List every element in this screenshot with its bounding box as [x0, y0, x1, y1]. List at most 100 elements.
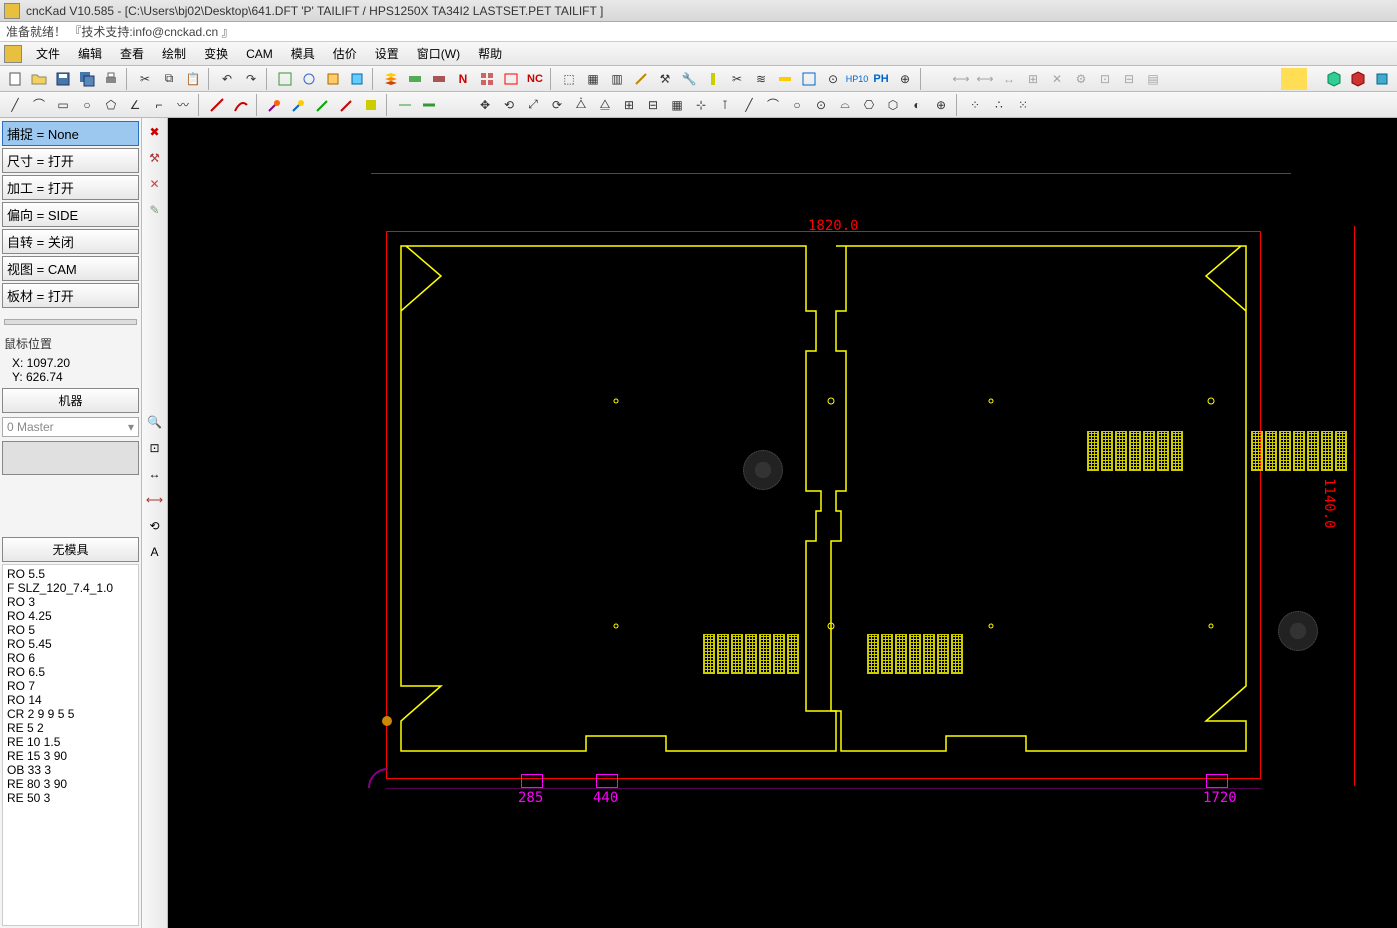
opt-sheet[interactable]: 板材 = 打开: [2, 283, 139, 308]
tool-p-icon[interactable]: ⊙: [822, 68, 844, 90]
layer-icon[interactable]: [380, 68, 402, 90]
pt-a-icon[interactable]: ⁘: [964, 94, 986, 116]
thick-line-icon[interactable]: [418, 94, 440, 116]
fill-icon[interactable]: [360, 94, 382, 116]
tool-k-icon[interactable]: [702, 68, 724, 90]
snap-g-icon[interactable]: ⬡: [882, 94, 904, 116]
list-item[interactable]: RO 7: [5, 679, 136, 693]
nc-icon[interactable]: NC: [524, 68, 546, 90]
undo-icon[interactable]: ↶: [216, 68, 238, 90]
chamfer-icon[interactable]: ⌐: [148, 94, 170, 116]
tool-c-icon[interactable]: [322, 68, 344, 90]
tool-f-icon[interactable]: ▦: [582, 68, 604, 90]
list-item[interactable]: RO 6.5: [5, 665, 136, 679]
line-icon[interactable]: ╱: [4, 94, 26, 116]
list-item[interactable]: RO 14: [5, 693, 136, 707]
tool-e-icon[interactable]: ⬚: [558, 68, 580, 90]
ph-icon[interactable]: PH: [870, 68, 892, 90]
vtool-wrench-icon[interactable]: ⚒: [145, 148, 165, 168]
list-item[interactable]: RO 5: [5, 623, 136, 637]
list-item[interactable]: RO 4.25: [5, 609, 136, 623]
tool-list[interactable]: RO 5.5 F SLZ_120_7.4_1.0 RO 3 RO 4.25 RO…: [2, 564, 139, 926]
tool-j-icon[interactable]: 🔧: [678, 68, 700, 90]
grid-a-icon[interactable]: [476, 68, 498, 90]
menu-mold[interactable]: 模具: [283, 43, 323, 64]
mirror-h-icon[interactable]: ⧊: [570, 94, 592, 116]
list-item[interactable]: CR 2 9 9 5 5: [5, 707, 136, 721]
snap-i-icon[interactable]: ⊕: [930, 94, 952, 116]
poly-icon[interactable]: ⬠: [100, 94, 122, 116]
menu-view[interactable]: 查看: [112, 43, 152, 64]
pt-c-icon[interactable]: ⁙: [1012, 94, 1034, 116]
dim-d-icon[interactable]: ⊞: [1022, 68, 1044, 90]
slider[interactable]: [4, 319, 137, 325]
tool-o-icon[interactable]: [798, 68, 820, 90]
cam-b-icon[interactable]: [428, 68, 450, 90]
opt-dim[interactable]: 尺寸 = 打开: [2, 148, 139, 173]
brush-d-icon[interactable]: [336, 94, 358, 116]
list-item[interactable]: RE 10 1.5: [5, 735, 136, 749]
vtool-dim-icon[interactable]: ⟷: [145, 490, 165, 510]
vtool-zoomwin-icon[interactable]: 🔍: [145, 412, 165, 432]
paste-icon[interactable]: 📋: [182, 68, 204, 90]
tool-r-icon[interactable]: ⊕: [894, 68, 916, 90]
n-icon[interactable]: N: [452, 68, 474, 90]
brush-a-icon[interactable]: [264, 94, 286, 116]
list-item[interactable]: OB 33 3: [5, 763, 136, 777]
snap-arc-icon[interactable]: ⌒: [762, 94, 784, 116]
angle-icon[interactable]: ∠: [124, 94, 146, 116]
cam-a-icon[interactable]: [404, 68, 426, 90]
menu-help[interactable]: 帮助: [470, 43, 510, 64]
list-item[interactable]: RO 5.45: [5, 637, 136, 651]
menu-draw[interactable]: 绘制: [154, 43, 194, 64]
print-icon[interactable]: [100, 68, 122, 90]
thin-line-icon[interactable]: [394, 94, 416, 116]
tool-q-icon[interactable]: HP10: [846, 68, 868, 90]
dim-h-icon[interactable]: ⊟: [1118, 68, 1140, 90]
pt-b-icon[interactable]: ∴: [988, 94, 1010, 116]
vtool-del-icon[interactable]: ✖: [145, 122, 165, 142]
copy-icon[interactable]: ⧉: [158, 68, 180, 90]
vtool-rotate-icon[interactable]: ⟲: [145, 516, 165, 536]
brush-b-icon[interactable]: [288, 94, 310, 116]
menu-estimate[interactable]: 估价: [325, 43, 365, 64]
list-item[interactable]: RO 6: [5, 651, 136, 665]
snap-f-icon[interactable]: ⎔: [858, 94, 880, 116]
snap-line-icon[interactable]: ╱: [738, 94, 760, 116]
vtool-text-icon[interactable]: A: [145, 542, 165, 562]
list-item[interactable]: RE 5 2: [5, 721, 136, 735]
opt-view[interactable]: 视图 = CAM: [2, 256, 139, 281]
menu-file[interactable]: 文件: [28, 43, 68, 64]
sheet-icon[interactable]: [500, 68, 522, 90]
cad-canvas[interactable]: 1820.0 1140.0: [168, 118, 1397, 928]
master-dropdown[interactable]: 0 Master▾: [2, 417, 139, 437]
tool-d-icon[interactable]: [346, 68, 368, 90]
tool-b-icon[interactable]: [298, 68, 320, 90]
array-a-icon[interactable]: ⊞: [618, 94, 640, 116]
snap-circ-icon[interactable]: ○: [786, 94, 808, 116]
open-icon[interactable]: [28, 68, 50, 90]
menu-window[interactable]: 窗口(W): [409, 43, 468, 64]
refresh-icon[interactable]: ⟳: [546, 94, 568, 116]
trim-b-icon[interactable]: ⊺: [714, 94, 736, 116]
list-item[interactable]: F SLZ_120_7.4_1.0: [5, 581, 136, 595]
cube-b-icon[interactable]: [1371, 68, 1393, 90]
doc-icon[interactable]: [4, 45, 22, 63]
new-icon[interactable]: [4, 68, 26, 90]
list-item[interactable]: RE 15 3 90: [5, 749, 136, 763]
dim-f-icon[interactable]: ⚙: [1070, 68, 1092, 90]
cube-g-icon[interactable]: [1323, 68, 1345, 90]
red-arc-icon[interactable]: [230, 94, 252, 116]
menu-cam[interactable]: CAM: [238, 45, 281, 63]
snap-h-icon[interactable]: ◐: [906, 94, 928, 116]
folder-icon[interactable]: [1281, 68, 1307, 90]
menu-edit[interactable]: 编辑: [70, 43, 110, 64]
scale-icon[interactable]: ⤢: [522, 94, 544, 116]
tool-m-icon[interactable]: ≋: [750, 68, 772, 90]
snap-d-icon[interactable]: ⊙: [810, 94, 832, 116]
cut-icon[interactable]: ✂: [134, 68, 156, 90]
rotate-icon[interactable]: ⟲: [498, 94, 520, 116]
menu-settings[interactable]: 设置: [367, 43, 407, 64]
vtool-zoomfit-icon[interactable]: ⊡: [145, 438, 165, 458]
save-icon[interactable]: [52, 68, 74, 90]
